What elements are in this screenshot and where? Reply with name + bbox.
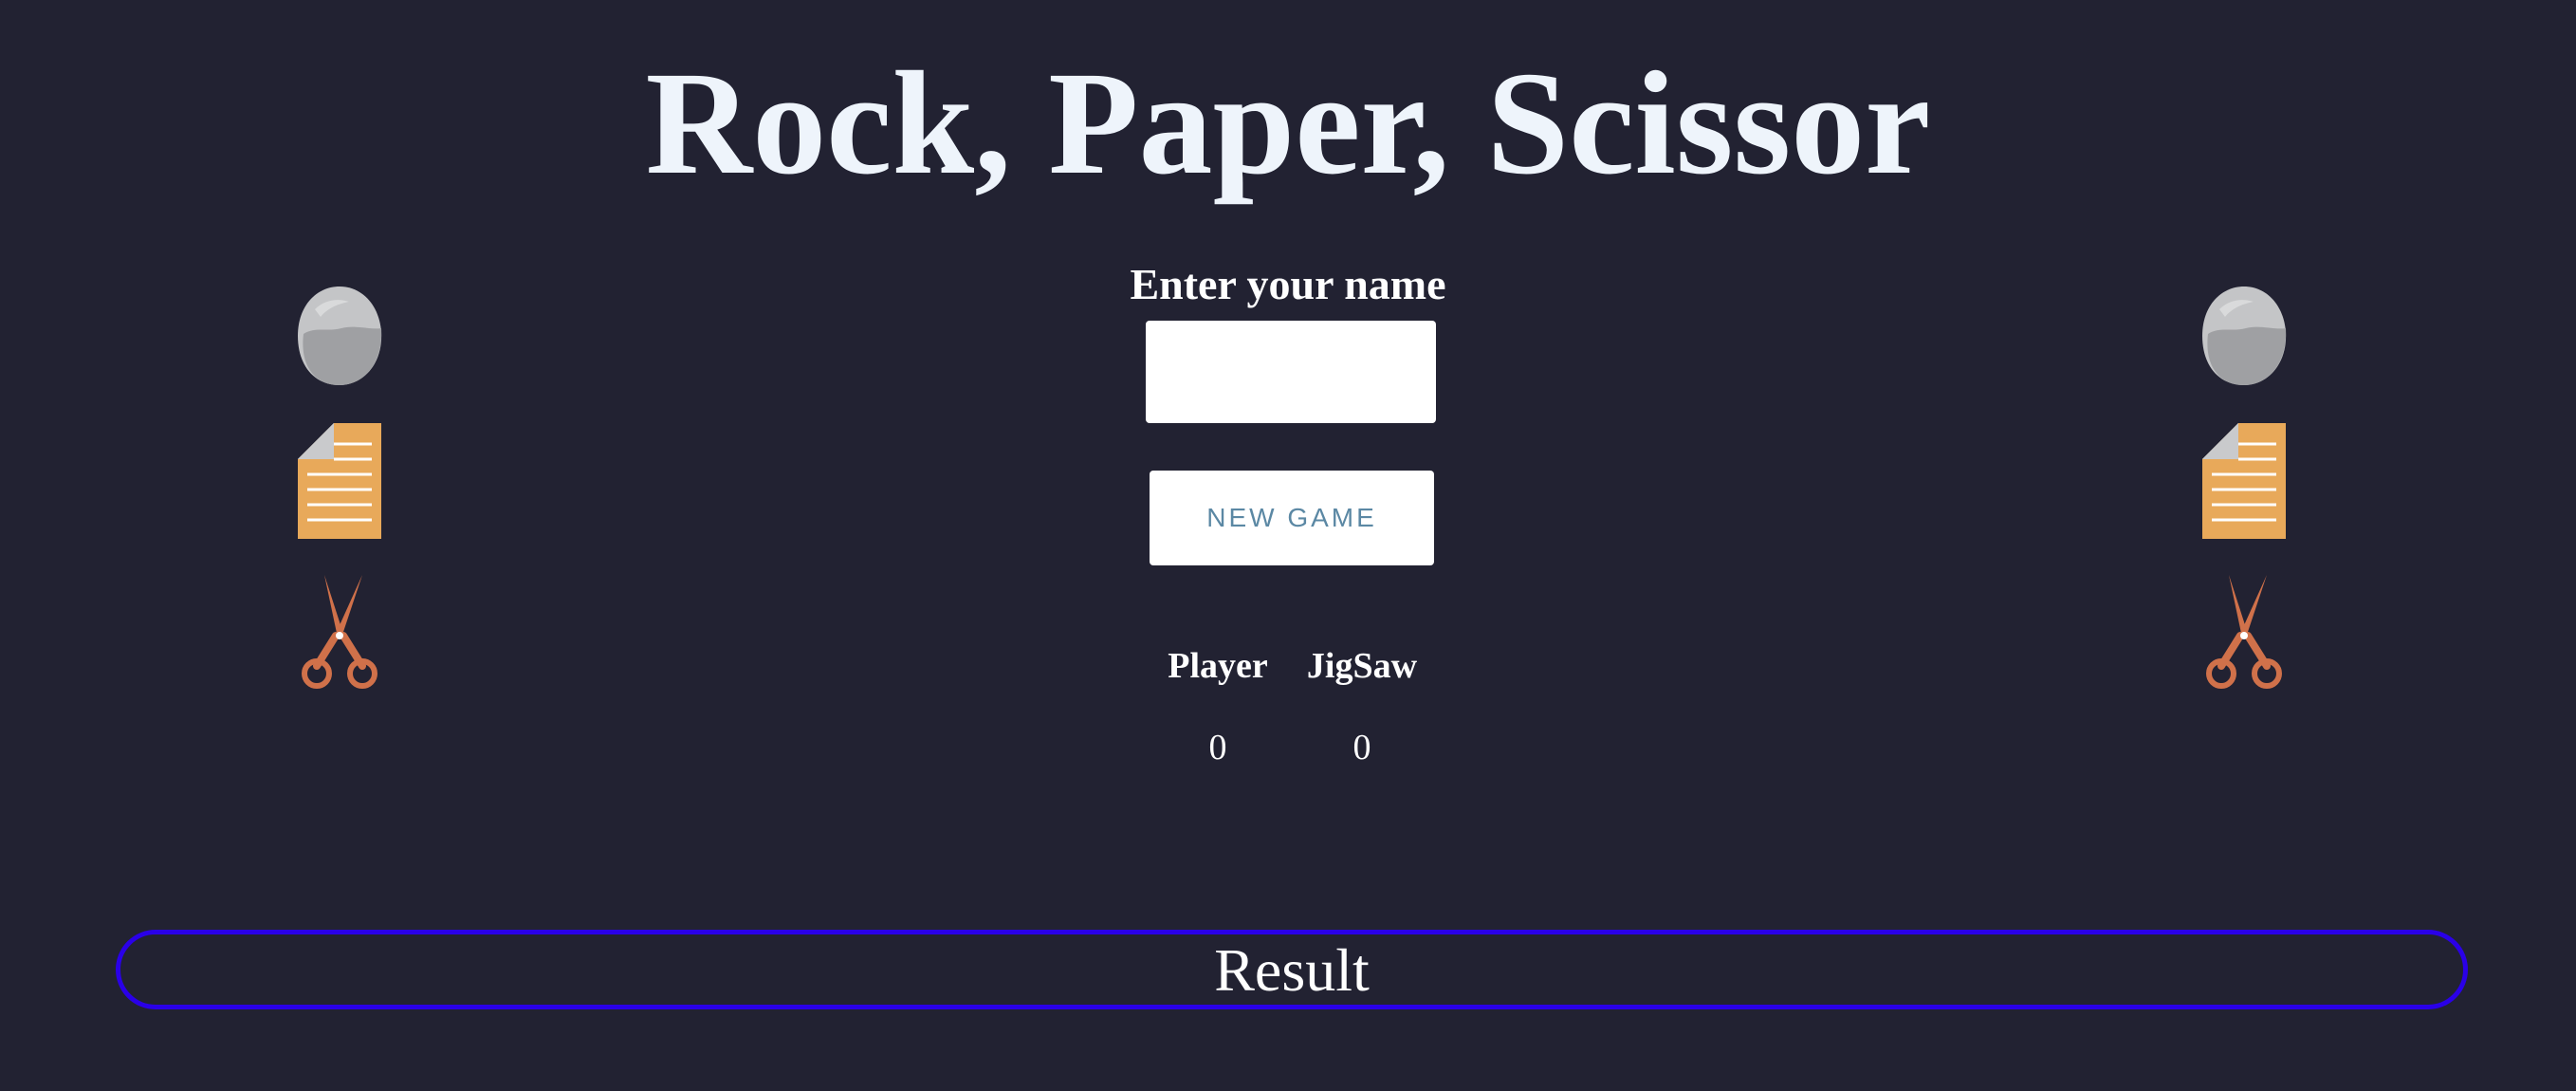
result-text: Result	[1214, 936, 1370, 1004]
player-score-value: 0	[1208, 728, 1227, 767]
new-game-button[interactable]: NEW GAME	[1150, 471, 1434, 565]
opponent-score-value: 0	[1352, 728, 1371, 767]
result-panel: Result	[116, 930, 2468, 1009]
left-paper-choice[interactable]	[296, 423, 383, 539]
rock-icon	[2202, 287, 2287, 385]
scissors-icon	[2206, 575, 2282, 689]
game-title: Rock, Paper, Scissor	[645, 41, 1931, 205]
paper-icon	[2202, 423, 2286, 539]
name-input[interactable]	[1146, 321, 1436, 423]
paper-icon	[298, 423, 381, 539]
opponent-score-label: JigSaw	[1306, 646, 1418, 686]
right-paper-choice	[2200, 423, 2288, 539]
left-scissors-choice[interactable]	[296, 575, 383, 691]
right-rock-choice	[2200, 285, 2288, 387]
name-prompt: Enter your name	[1130, 260, 1446, 308]
player-score-label: Player	[1168, 646, 1268, 686]
right-scissors-choice	[2200, 575, 2288, 691]
scissors-icon	[302, 575, 377, 689]
